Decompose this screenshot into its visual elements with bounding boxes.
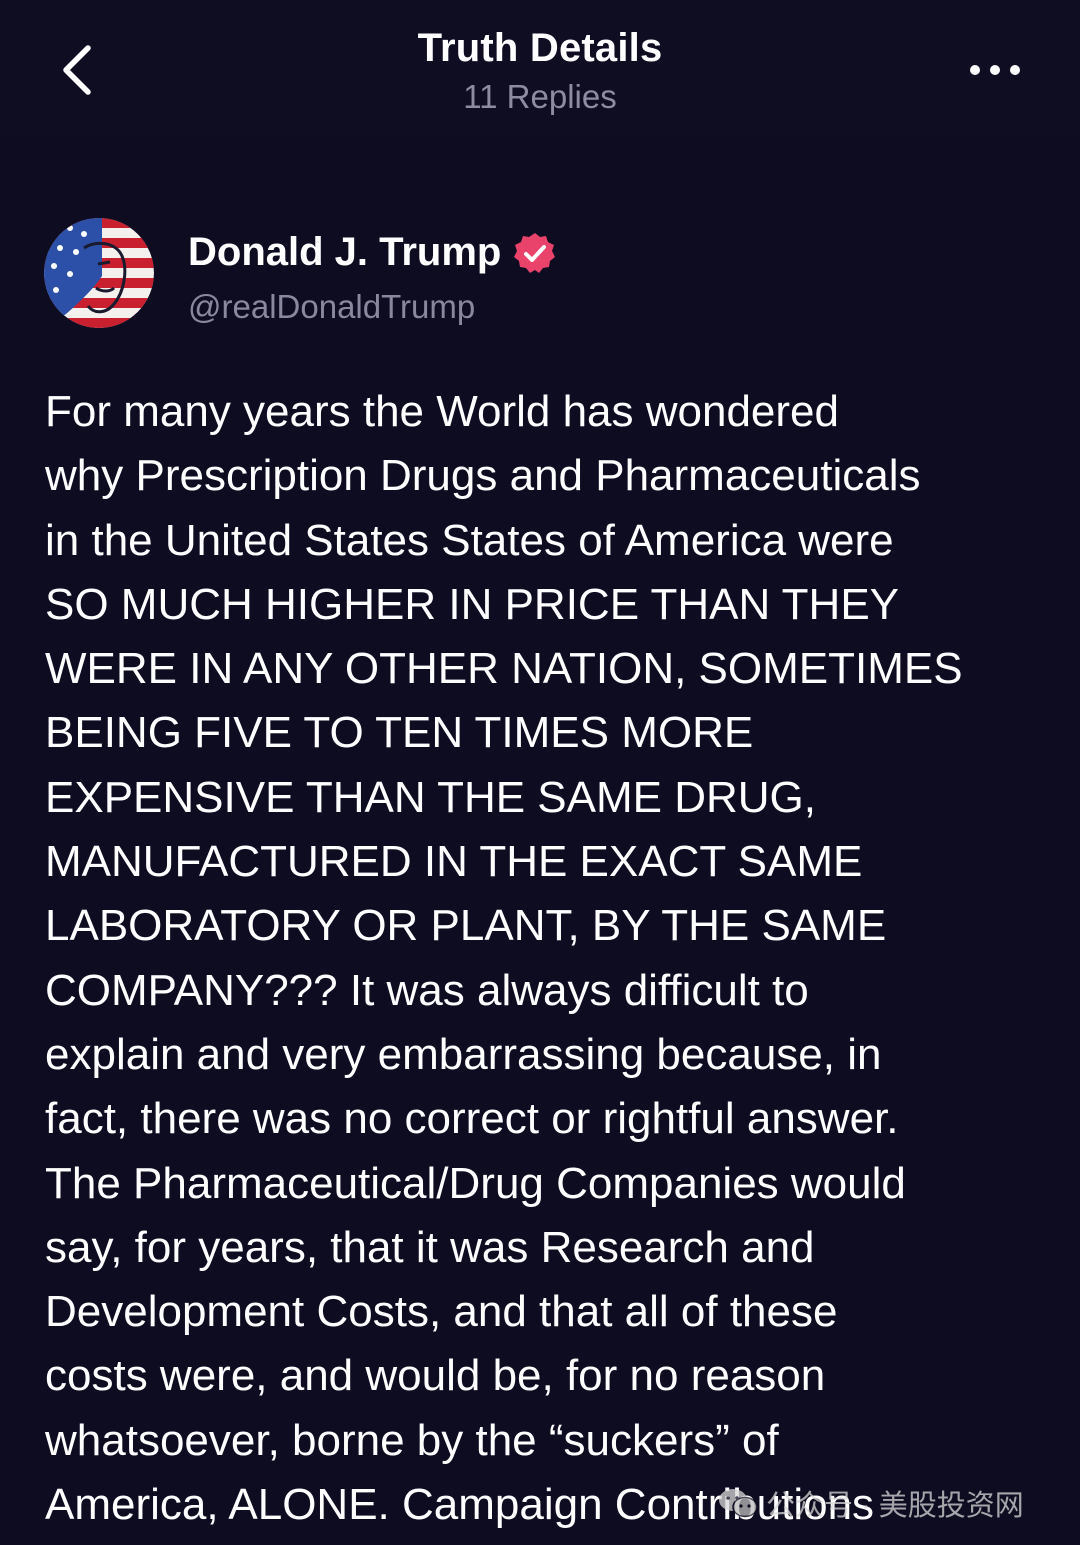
more-options-button[interactable] [966,58,1026,82]
verified-badge-icon [514,232,556,273]
wechat-icon [719,1489,758,1518]
author-name-text: Donald J. Trump [188,230,502,274]
replies-count[interactable]: 11 Replies [0,78,1080,116]
author-handle[interactable]: @realDonaldTrump [188,288,475,326]
avatar[interactable] [44,218,154,328]
watermark-text: 公众号 · 美股投资网 [766,1490,1024,1522]
more-horizontal-icon [970,65,1020,75]
post-body: For many years the World has wondered wh… [45,387,963,1530]
page-title: Truth Details [417,26,663,70]
top-bar: Truth Details 11 Replies [0,0,1080,135]
author-name[interactable]: Donald J. Trump [188,230,557,275]
watermark: 公众号 · 美股投资网 [718,1478,1024,1528]
